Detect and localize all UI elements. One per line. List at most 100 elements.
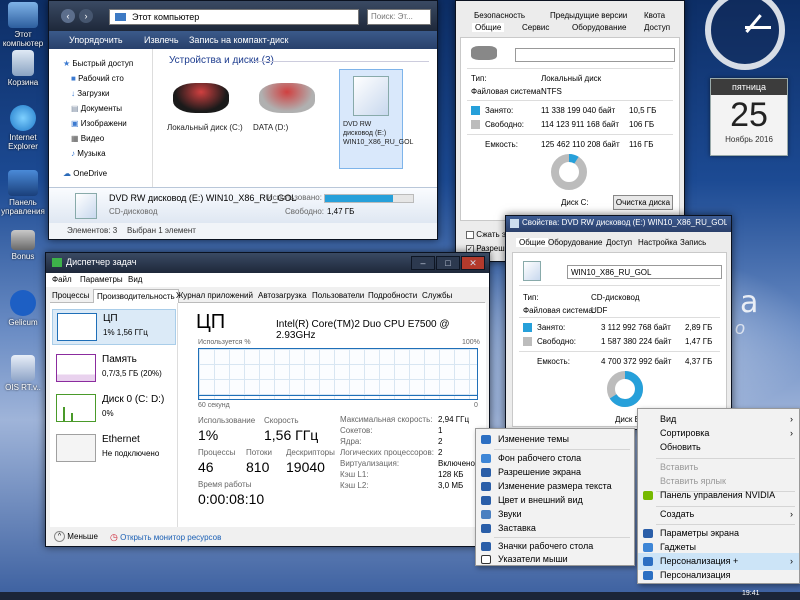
calendar-weekday: пятница: [731, 82, 767, 92]
menu-item-change-theme[interactable]: Изменение темы: [476, 431, 634, 448]
tab-recording[interactable]: Запись: [680, 238, 706, 247]
stat-use-value: 1%: [198, 427, 219, 443]
side-item-ethernet[interactable]: Ethernet Не подключено: [52, 431, 176, 467]
tab-performance[interactable]: Производительность: [93, 289, 179, 304]
drive-tile-c[interactable]: Локальный диск (C:): [167, 75, 247, 155]
back-button[interactable]: ‹: [61, 9, 75, 23]
tab-startup[interactable]: Автозагрузка: [258, 289, 307, 303]
tab-services[interactable]: Службы: [422, 289, 452, 303]
desktop-icon-label: Корзина: [7, 78, 39, 87]
spec-row: Максимальная скорость: 2,94 ГГц: [340, 415, 470, 424]
tab-hardware[interactable]: Оборудование: [548, 238, 602, 247]
menu-file[interactable]: Файл: [52, 273, 72, 287]
tab-quota[interactable]: Квота: [644, 11, 665, 20]
side-item-disk[interactable]: Диск 0 (C: D:) 0%: [52, 391, 176, 427]
used-gb: 2,89 ГБ: [685, 323, 713, 332]
side-name: Диск 0 (C: D:): [102, 394, 165, 405]
usage-donut-e: [607, 371, 643, 407]
menu-item-refresh[interactable]: Обновить: [638, 439, 799, 456]
tab-details[interactable]: Подробности: [368, 289, 417, 303]
menu-item-mouse-pointers[interactable]: Указатели мыши: [476, 551, 634, 568]
tab-sharing[interactable]: Доступ: [606, 238, 632, 247]
menu-item-nvidia[interactable]: Панель управления NVIDIA: [638, 487, 799, 504]
props-e-titlebar: Свойства: DVD RW дисковод (E:) WIN10_X86…: [506, 216, 731, 232]
volume-label-input[interactable]: WIN10_X86_RU_GOL: [567, 265, 722, 279]
usage-donut-c: [551, 154, 587, 190]
nav-item-videos[interactable]: ▦ Видео: [71, 134, 104, 143]
details-used-bar: [324, 194, 414, 203]
used-swatch: [523, 323, 532, 332]
address-bar[interactable]: Этот компьютер: [109, 9, 359, 25]
resource-monitor-link[interactable]: ◷ Открыть монитор ресурсов: [110, 527, 221, 548]
free-swatch: [523, 337, 532, 346]
nav-item-music[interactable]: ♪ Музыка: [71, 149, 106, 158]
nav-item-downloads[interactable]: ↓ Загрузки: [71, 89, 109, 98]
volume-label-input[interactable]: [515, 48, 675, 62]
tab-hardware[interactable]: Оборудование: [572, 23, 626, 32]
spec-list: Максимальная скорость: 2,94 ГГц Сокетов: 1…: [340, 415, 480, 492]
tab-general[interactable]: Общие: [516, 238, 549, 247]
nav-item-documents[interactable]: ▤ Документы: [71, 104, 122, 113]
divider: [519, 317, 720, 318]
desktop-icon-computer[interactable]: Этот компьютер: [0, 2, 46, 48]
side-thumb-cpu: [57, 313, 97, 341]
burn-button[interactable]: Запись на компакт-диск: [189, 31, 289, 49]
drive-tile-d[interactable]: DATA (D:): [253, 75, 333, 155]
desktop-icon-control-panel[interactable]: Панель управления: [0, 170, 46, 216]
fewer-details-button[interactable]: ^ Меньше: [54, 527, 98, 547]
menu-item-new[interactable]: Создать ›: [638, 506, 799, 523]
menu-options[interactable]: Параметры: [80, 273, 123, 287]
menu-item-screensaver[interactable]: Заставка: [476, 520, 634, 537]
details-pane: DVD RW дисковод (E:) WIN10_X86_RU_GOL CD…: [49, 187, 437, 223]
taskman-body: ЦП 1% 1,56 ГГц Память 0,7/3,5 ГБ (20%) Д…: [50, 303, 486, 527]
menu-item-personalize[interactable]: Персонализация: [638, 567, 799, 584]
details-used-label: Использовано:: [267, 193, 322, 202]
explorer-statusbar: Элементов: 3 Выбран 1 элемент: [49, 223, 437, 239]
free-swatch: [471, 120, 480, 129]
search-input[interactable]: Поиск: Эт...: [367, 9, 431, 25]
taskman-icon: [52, 258, 62, 267]
dvd-drive-icon: [75, 193, 97, 219]
clock-gadget[interactable]: [705, 0, 785, 70]
tab-general[interactable]: Общие: [472, 23, 505, 32]
desktop-icon-gelicum[interactable]: Gelicum: [0, 290, 46, 327]
eject-button[interactable]: Извлечь: [144, 31, 179, 49]
compress-checkbox[interactable]: Сжать эт: [466, 230, 509, 239]
calendar-gadget[interactable]: пятница 25 Ноябрь 2016: [710, 78, 788, 156]
drive-tile-e[interactable]: DVD RW дисковод (E:) WIN10_X86_RU_GOL: [339, 69, 413, 169]
bonus-icon: [11, 230, 35, 250]
tab-tools[interactable]: Сервис: [522, 23, 549, 32]
checkbox-box: [466, 230, 474, 239]
desktop-icon-ois[interactable]: OIS RT.v..: [0, 355, 46, 392]
nav-item-pictures[interactable]: ▣ Изображени: [71, 119, 127, 128]
desktop-icon-ie[interactable]: Internet Explorer: [0, 105, 46, 151]
nav-item-desktop[interactable]: ■ Рабочий сто: [71, 74, 124, 83]
maximize-button[interactable]: □: [436, 256, 460, 270]
spec-row: Кэш L2: 3,0 МБ: [340, 481, 464, 490]
spec-row: Логических процессоров: 2: [340, 448, 443, 457]
desktop-icon-recycle[interactable]: Корзина: [0, 50, 46, 87]
desktop-icon-bonus[interactable]: Bonus: [0, 230, 46, 261]
side-item-memory[interactable]: Память 0,7/3,5 ГБ (20%): [52, 351, 176, 387]
tab-users[interactable]: Пользователи: [312, 289, 364, 303]
side-item-cpu[interactable]: ЦП 1% 1,56 ГГц: [52, 309, 176, 345]
forward-button[interactable]: ›: [79, 9, 93, 23]
tab-sharing[interactable]: Доступ: [644, 23, 670, 32]
tab-app-history[interactable]: Журнал приложений: [176, 289, 253, 303]
disk-cleanup-button[interactable]: Очистка диска: [613, 195, 673, 210]
side-sub: 0,7/3,5 ГБ (20%): [102, 369, 162, 378]
desktop-icon-label: Internet Explorer: [8, 133, 38, 151]
menu-view[interactable]: Вид: [128, 273, 142, 287]
tab-processes[interactable]: Процессы: [52, 289, 89, 303]
taskbar-clock[interactable]: 19:41: [742, 590, 760, 597]
nav-item-quick-access[interactable]: ★ Быстрый доступ: [63, 59, 133, 68]
close-button[interactable]: ✕: [461, 256, 485, 270]
perf-heading: ЦП: [196, 311, 226, 333]
minimize-button[interactable]: –: [411, 256, 435, 270]
used-swatch: [471, 106, 480, 115]
nav-item-onedrive[interactable]: ☁ OneDrive: [63, 169, 107, 178]
tab-previous-versions[interactable]: Предыдущие версии: [550, 11, 627, 20]
tab-customize[interactable]: Настройка: [638, 238, 677, 247]
organize-button[interactable]: Упорядочить: [69, 31, 123, 49]
tab-security[interactable]: Безопасность: [474, 11, 525, 20]
